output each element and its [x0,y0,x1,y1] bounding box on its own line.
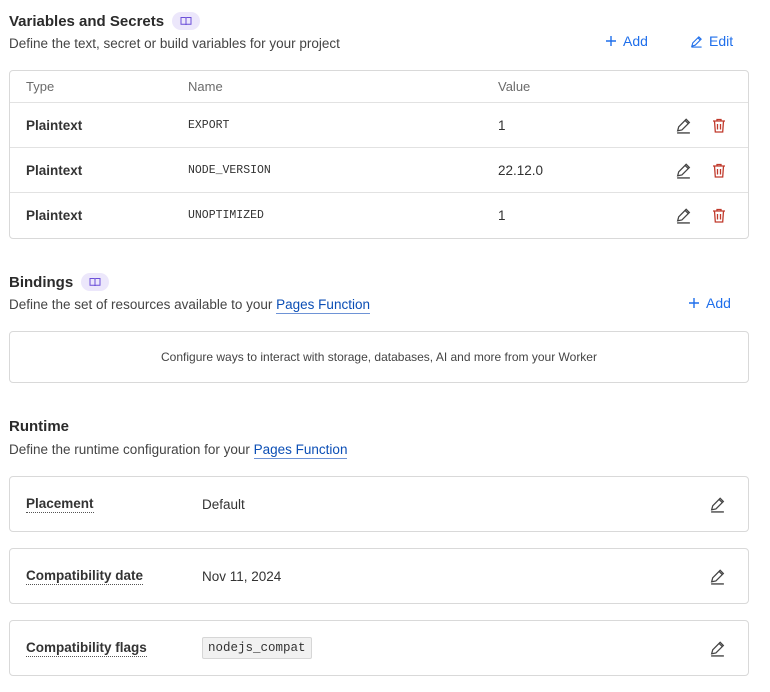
variable-type: Plaintext [26,208,83,223]
column-header-value: Value [498,79,531,94]
edit-setting-pencil-icon[interactable] [708,495,726,513]
delete-row-trash-icon[interactable] [710,207,728,225]
pages-function-link[interactable]: Pages Function [253,442,348,459]
table-row: Plaintext UNOPTIMIZED 1 [10,193,748,238]
pencil-icon [691,35,702,48]
add-variable-button[interactable]: Add [605,33,648,49]
bindings-description: Define the set of resources available to… [9,297,370,314]
variables-title-text: Variables and Secrets [9,12,165,30]
docs-book-icon[interactable] [172,12,201,30]
setting-label-text: Compatibility flags [26,639,147,657]
table-row: Plaintext NODE_VERSION 22.12.0 [10,148,748,193]
add-binding-button[interactable]: Add [688,295,731,311]
edit-setting-pencil-icon[interactable] [708,567,726,585]
edit-row-pencil-icon[interactable] [674,116,692,134]
runtime-setting-compatibility-date: Compatibility date Nov 11, 2024 [9,548,749,604]
variables-section-title: Variables and Secrets [9,12,201,30]
runtime-setting-compatibility-flags: Compatibility flags nodejs_compat [9,620,749,676]
edit-variables-label: Edit [709,33,734,49]
column-header-name: Name [188,79,223,94]
variable-type: Plaintext [26,162,83,178]
delete-row-trash-icon[interactable] [710,116,728,134]
bindings-title-text: Bindings [9,273,74,291]
pages-function-link[interactable]: Pages Function [276,297,370,314]
column-header-type: Type [26,79,55,94]
plus-icon [606,36,616,46]
add-binding-label: Add [706,295,731,311]
plus-icon [689,298,699,308]
variable-name: EXPORT [188,118,230,132]
docs-book-icon[interactable] [81,273,110,291]
runtime-setting-placement: Placement Default [9,476,749,532]
edit-row-pencil-icon[interactable] [674,207,692,225]
variables-table: Type Name Value Plaintext EXPORT 1 Plain… [9,70,749,239]
variables-description: Define the text, secret or build variabl… [9,36,340,51]
setting-label: Compatibility date [26,549,144,603]
edit-setting-pencil-icon[interactable] [708,639,726,657]
setting-value: nodejs_compat [202,621,312,675]
runtime-title-text: Runtime [9,418,69,435]
variable-name: UNOPTIMIZED [188,209,264,222]
runtime-description: Define the runtime configuration for you… [9,442,348,459]
bindings-description-text: Define the set of resources available to… [9,297,277,312]
variable-name: NODE_VERSION [188,163,271,177]
bindings-empty-message: Configure ways to interact with storage,… [161,350,597,364]
variable-value: 1 [498,208,506,223]
setting-label-text: Placement [26,495,94,513]
delete-row-trash-icon[interactable] [710,161,728,179]
setting-label-text: Compatibility date [26,567,144,585]
variable-value: 1 [498,117,506,133]
variable-value: 22.12.0 [498,162,544,178]
table-header: Type Name Value [10,71,748,103]
runtime-section-title: Runtime [9,418,69,435]
edit-row-pencil-icon[interactable] [674,161,692,179]
bindings-section-title: Bindings [9,273,110,291]
table-row: Plaintext EXPORT 1 [10,103,748,148]
setting-value: Default [202,496,245,512]
edit-variables-button[interactable]: Edit [690,33,733,49]
variable-type: Plaintext [26,117,83,133]
setting-label: Compatibility flags [26,621,147,675]
setting-value: Nov 11, 2024 [202,568,282,584]
setting-label: Placement [26,477,94,531]
add-variable-label: Add [623,33,648,49]
runtime-description-text: Define the runtime configuration for you… [9,442,254,457]
compat-flag-chip: nodejs_compat [202,637,312,659]
bindings-empty-state: Configure ways to interact with storage,… [9,331,749,383]
